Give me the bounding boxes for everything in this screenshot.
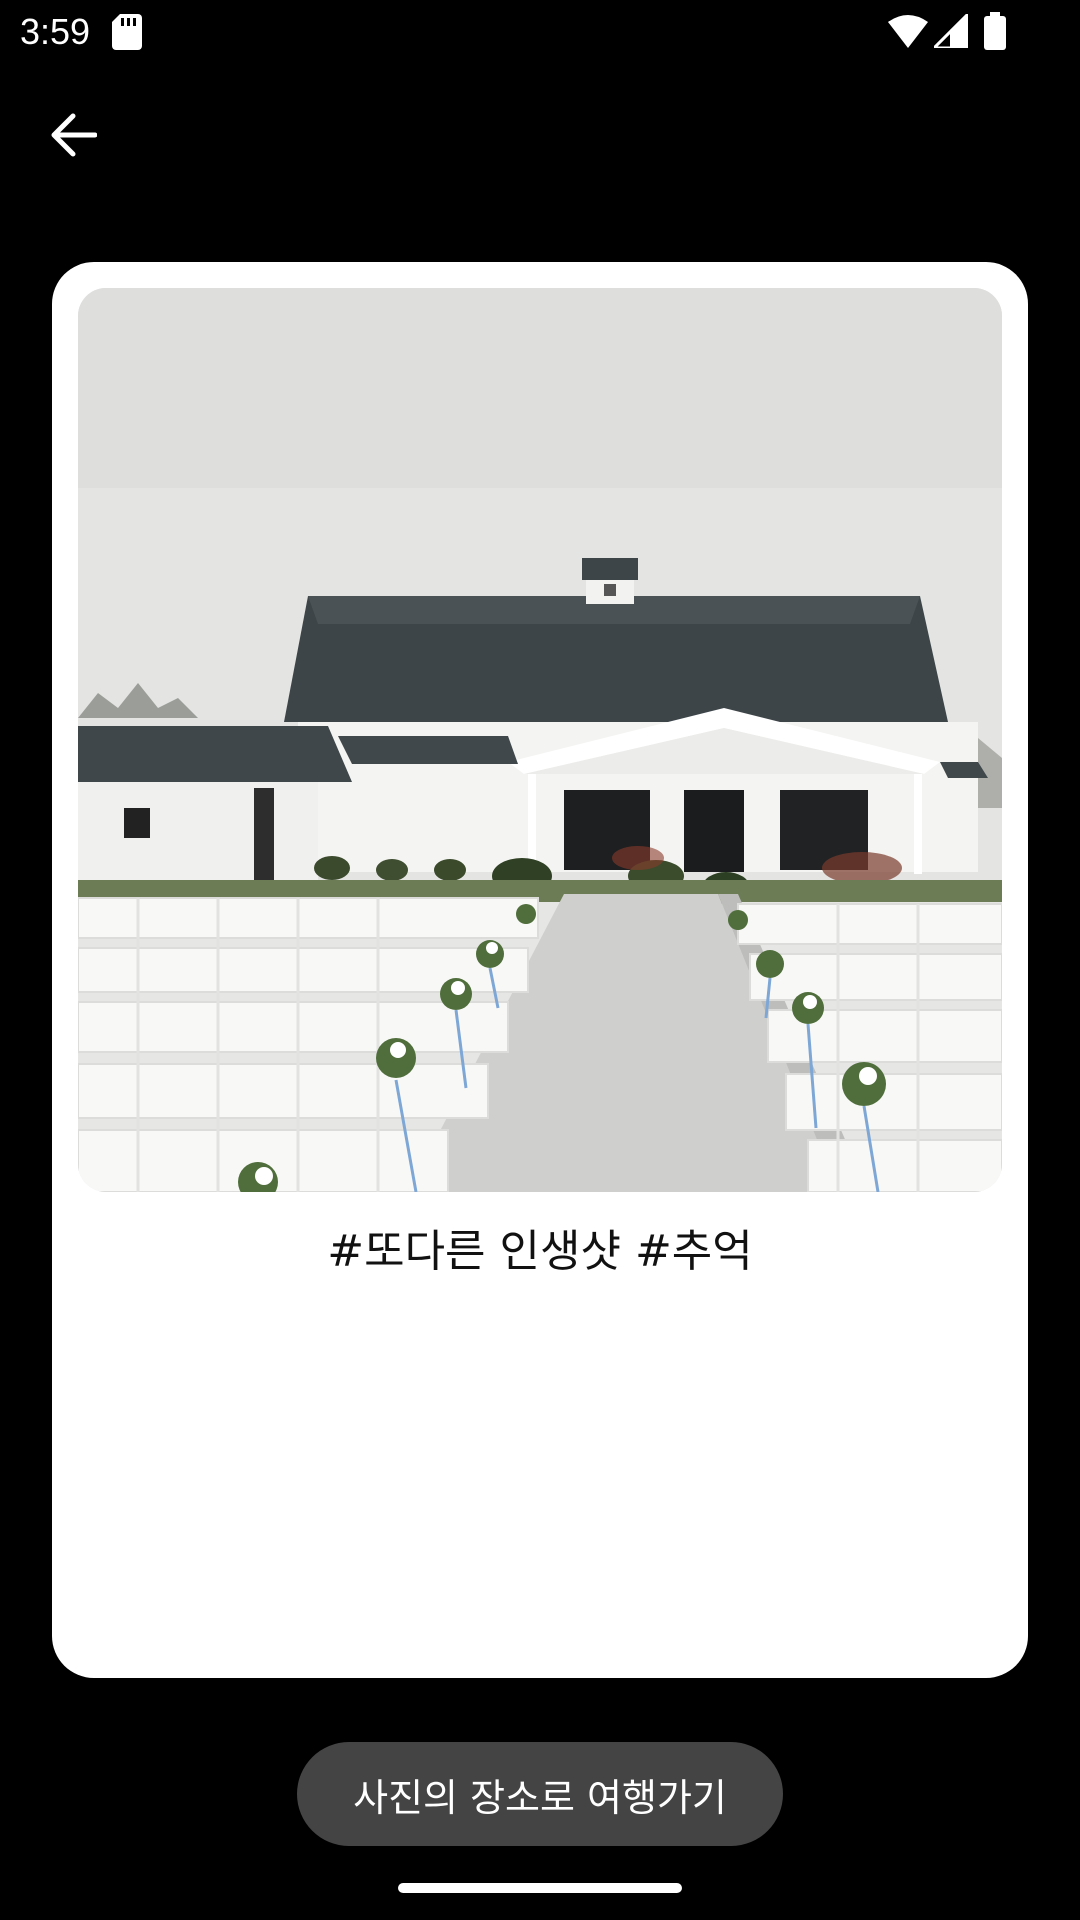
photo-detail-screen: 3:59 #또다른 인생샷 #추억 사진의 장소로 여행가기	[0, 0, 1080, 1920]
status-bar: 3:59	[0, 0, 1080, 64]
sd-card-icon	[112, 14, 142, 50]
back-button[interactable]	[38, 100, 108, 170]
status-time: 3:59	[20, 11, 91, 52]
travel-to-photo-location-button[interactable]: 사진의 장소로 여행가기	[297, 1742, 783, 1846]
signal-icon	[934, 14, 968, 48]
battery-icon	[984, 12, 1006, 50]
wedding-venue-barn-photo[interactable]	[78, 288, 1002, 1192]
photo-card: #또다른 인생샷 #추억	[52, 262, 1028, 1678]
photo-caption: #또다른 인생샷 #추억	[327, 1226, 753, 1277]
wifi-icon	[888, 15, 928, 48]
gesture-navigation-handle[interactable]	[398, 1883, 682, 1893]
arrow-left-icon	[51, 113, 97, 157]
